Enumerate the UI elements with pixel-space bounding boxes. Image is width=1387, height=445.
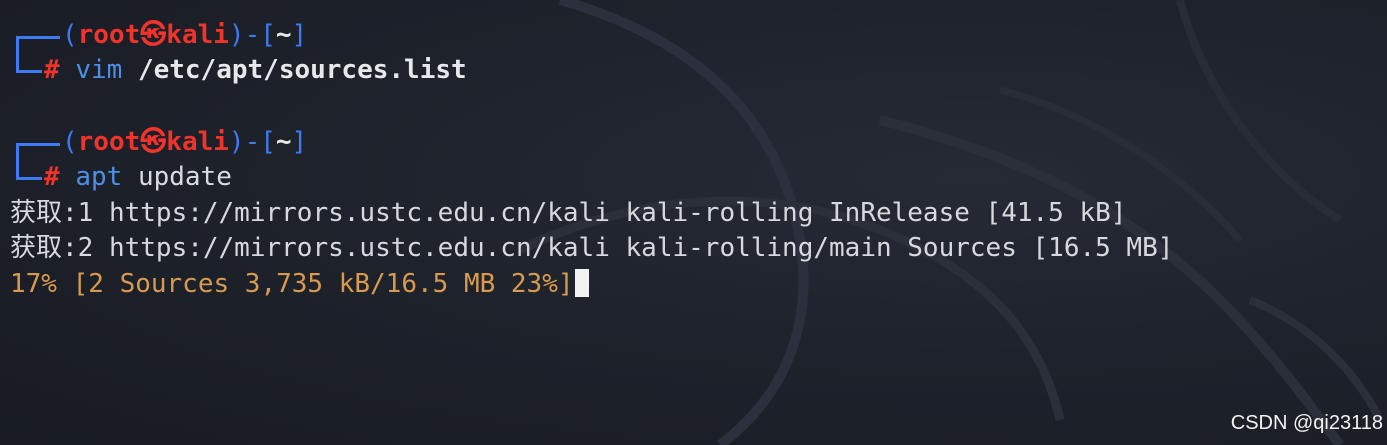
- prompt-open-paren: (: [62, 127, 78, 157]
- prompt-corner-top: [16, 36, 60, 39]
- command-line: # apt update: [44, 160, 232, 194]
- prompt-end-bracket: ]: [291, 20, 308, 50]
- prompt-close-bracket: )-[: [228, 20, 276, 50]
- prompt-hash: #: [44, 55, 60, 85]
- prompt-corner-vertical: [16, 143, 19, 179]
- prompt-directory: ~: [275, 127, 292, 157]
- prompt-user: root: [77, 127, 141, 157]
- command-line: # vim /etc/apt/sources.list: [44, 53, 467, 87]
- prompt-user: root: [77, 20, 141, 50]
- prompt-skull-icon: ㉿: [140, 20, 167, 50]
- command-name: apt: [75, 162, 123, 192]
- output-line: 获取:2 https://mirrors.ustc.edu.cn/kali ka…: [10, 233, 1174, 263]
- csdn-watermark: CSDN @qi23118: [1230, 412, 1383, 434]
- prompt-close-bracket: )-[: [228, 127, 276, 157]
- prompt-end-bracket: ]: [291, 127, 308, 157]
- prompt-corner-top: [16, 143, 60, 146]
- prompt-header: (root㉿kali)-[~]: [62, 125, 307, 159]
- progress-line: 17% [2 Sources 3,735 kB/16.5 MB 23%]: [10, 267, 589, 301]
- command-name: vim: [75, 55, 123, 85]
- command-argument: update: [137, 162, 232, 192]
- terminal-window[interactable]: (root㉿kali)-[~] # vim /etc/apt/sources.l…: [0, 0, 1387, 445]
- prompt-corner-bottom: [16, 70, 42, 73]
- prompt-directory: ~: [275, 20, 292, 50]
- command-argument: /etc/apt/sources.list: [137, 55, 467, 85]
- prompt-host: kali: [166, 127, 229, 157]
- prompt-host: kali: [166, 20, 229, 50]
- prompt-header: (root㉿kali)-[~]: [62, 18, 307, 52]
- prompt-corner-bottom: [16, 177, 42, 180]
- prompt-open-paren: (: [62, 20, 78, 50]
- output-line: 获取:1 https://mirrors.ustc.edu.cn/kali ka…: [10, 198, 1127, 228]
- prompt-corner-vertical: [16, 36, 19, 72]
- prompt-hash: #: [44, 162, 60, 192]
- progress-text: 17% [2 Sources 3,735 kB/16.5 MB 23%]: [10, 269, 574, 299]
- text-cursor: [574, 269, 589, 297]
- prompt-skull-icon: ㉿: [140, 127, 167, 157]
